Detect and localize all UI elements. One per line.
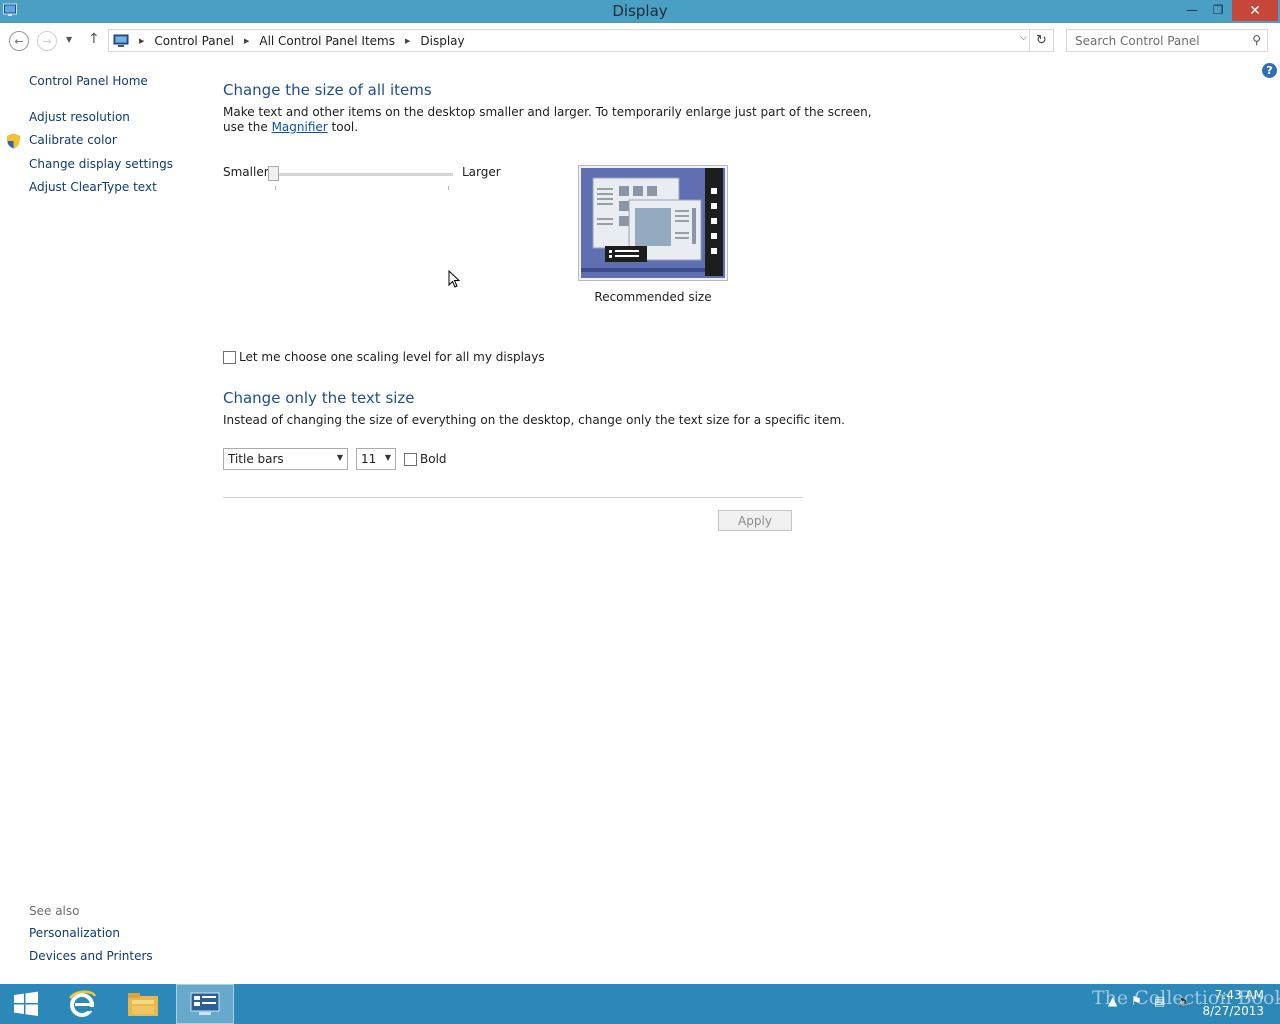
action-center-flag-icon[interactable]: ⚑ — [1131, 994, 1142, 1008]
scaling-slider-group: Smaller Larger — [223, 164, 513, 194]
mouse-cursor-icon — [448, 270, 460, 288]
search-placeholder: Search Control Panel — [1075, 34, 1200, 48]
see-also-devices-printers[interactable]: Devices and Printers — [29, 949, 153, 963]
recent-locations-dropdown[interactable]: ▼ — [66, 35, 72, 44]
sidebar-item-calibrate-color[interactable]: Calibrate color — [29, 133, 117, 147]
bold-checkbox[interactable] — [404, 453, 417, 466]
chevron-right-icon: ▶ — [139, 36, 145, 45]
font-size-select-value: 11 — [361, 452, 377, 466]
help-icon[interactable]: ? — [1262, 63, 1277, 78]
window-title: Display — [612, 2, 668, 20]
search-input[interactable]: Search Control Panel ⚲ — [1066, 29, 1268, 52]
breadcrumb-all-items[interactable]: All Control Panel Items — [259, 34, 395, 48]
title-bar: Display — ❐ ✕ — [0, 0, 1280, 23]
taskbar: The Collection Book ▲ ⚑ ▤ 🔈 7:43 AM 8/27… — [0, 984, 1280, 1024]
breadcrumb-separator[interactable]: ▶ — [234, 37, 259, 45]
chevron-down-icon: ▼ — [384, 453, 391, 462]
see-also-label: See also — [29, 904, 80, 918]
clock-date: 8/27/2013 — [1202, 1004, 1264, 1018]
close-icon: ✕ — [1249, 2, 1261, 19]
minimize-button[interactable]: — — [1180, 0, 1204, 20]
display-preview-graphic — [581, 168, 725, 278]
restore-button[interactable]: ❐ — [1206, 0, 1230, 20]
control-panel-icon — [190, 992, 220, 1015]
search-icon[interactable]: ⚲ — [1252, 33, 1261, 47]
control-panel-icon — [113, 34, 129, 47]
scaling-slider-thumb[interactable] — [268, 166, 279, 181]
system-clock[interactable]: 7:43 AM 8/27/2013 — [1196, 987, 1264, 1019]
sidebar-item-adjust-cleartype[interactable]: Adjust ClearType text — [29, 180, 157, 194]
magnifier-link[interactable]: Magnifier — [272, 120, 328, 134]
display-preview-image — [578, 165, 728, 281]
chevron-down-icon: ▼ — [336, 453, 343, 462]
forward-arrow-icon: → — [42, 34, 52, 48]
slider-tick — [275, 186, 276, 190]
text-size-description: Instead of changing the size of everythi… — [223, 413, 845, 427]
slider-tick — [448, 186, 449, 190]
close-button[interactable]: ✕ — [1232, 0, 1278, 21]
network-icon[interactable]: ▤ — [1154, 994, 1165, 1008]
up-arrow-icon: ↑ — [88, 31, 100, 47]
start-button[interactable] — [6, 984, 46, 1024]
text-size-heading: Change only the text size — [223, 389, 415, 407]
bold-label[interactable]: Bold — [420, 452, 447, 466]
refresh-button[interactable]: ↻ — [1029, 30, 1053, 51]
font-size-select[interactable]: 11 ▼ — [356, 448, 396, 470]
scaling-level-checkbox[interactable] — [223, 351, 236, 364]
address-history-dropdown[interactable]: ⌵ — [1020, 33, 1027, 43]
chevron-right-icon: ▶ — [405, 36, 411, 45]
restore-icon: ❐ — [1212, 3, 1224, 17]
navigation-bar: ← → ▼ ↑ ▶ Control Panel ▶ All Control Pa… — [0, 23, 1280, 59]
size-heading: Change the size of all items — [223, 81, 432, 99]
sidebar-item-adjust-resolution[interactable]: Adjust resolution — [29, 110, 130, 124]
slider-max-label: Larger — [462, 165, 501, 179]
sidebar-item-change-display-settings[interactable]: Change display settings — [29, 157, 173, 171]
size-description-line1: Make text and other items on the desktop… — [223, 105, 872, 119]
uac-shield-icon — [7, 133, 20, 149]
forward-button[interactable]: → — [37, 31, 57, 51]
minimize-icon: — — [1186, 3, 1198, 17]
breadcrumb-separator[interactable]: ▶ — [395, 37, 420, 45]
windows-logo-icon — [14, 991, 38, 1016]
preview-caption: Recommended size — [594, 290, 712, 304]
chevron-right-icon: ▶ — [243, 36, 250, 45]
taskbar-internet-explorer[interactable] — [58, 984, 106, 1024]
file-explorer-icon — [128, 993, 158, 1016]
taskbar-control-panel[interactable] — [176, 984, 234, 1024]
address-bar[interactable]: ▶ Control Panel ▶ All Control Panel Item… — [108, 29, 1054, 52]
volume-icon[interactable]: 🔈 — [1177, 994, 1192, 1008]
up-button[interactable]: ↑ — [88, 31, 100, 47]
scaling-slider-track[interactable] — [273, 173, 453, 176]
back-button[interactable]: ← — [9, 31, 29, 51]
see-also-personalization[interactable]: Personalization — [29, 926, 120, 940]
breadcrumb-display[interactable]: Display — [420, 34, 464, 48]
divider — [223, 497, 803, 498]
internet-explorer-icon — [69, 990, 97, 1017]
apply-button[interactable]: Apply — [718, 510, 792, 531]
size-description-pre: use the — [223, 120, 268, 134]
breadcrumb-control-panel[interactable]: Control Panel — [154, 34, 234, 48]
item-select[interactable]: Title bars ▼ — [223, 448, 348, 470]
back-arrow-icon: ← — [14, 34, 24, 48]
task-pane: Control Panel Home Adjust resolution Cal… — [0, 60, 200, 980]
slider-min-label: Smaller — [223, 165, 269, 179]
size-description-post: tool. — [331, 120, 359, 134]
refresh-icon: ↻ — [1036, 33, 1047, 48]
item-select-value: Title bars — [228, 452, 284, 466]
size-description-line2: use the Magnifier tool. — [223, 120, 358, 134]
scaling-level-label[interactable]: Let me choose one scaling level for all … — [239, 350, 545, 364]
show-hidden-icons-button[interactable]: ▲ — [1108, 994, 1117, 1008]
taskbar-file-explorer[interactable] — [118, 984, 168, 1024]
clock-time: 7:43 AM — [1214, 988, 1264, 1002]
breadcrumb-separator[interactable]: ▶ — [129, 37, 154, 45]
main-content: Change the size of all items Make text a… — [223, 60, 923, 560]
sidebar-item-control-panel-home[interactable]: Control Panel Home — [29, 74, 148, 88]
